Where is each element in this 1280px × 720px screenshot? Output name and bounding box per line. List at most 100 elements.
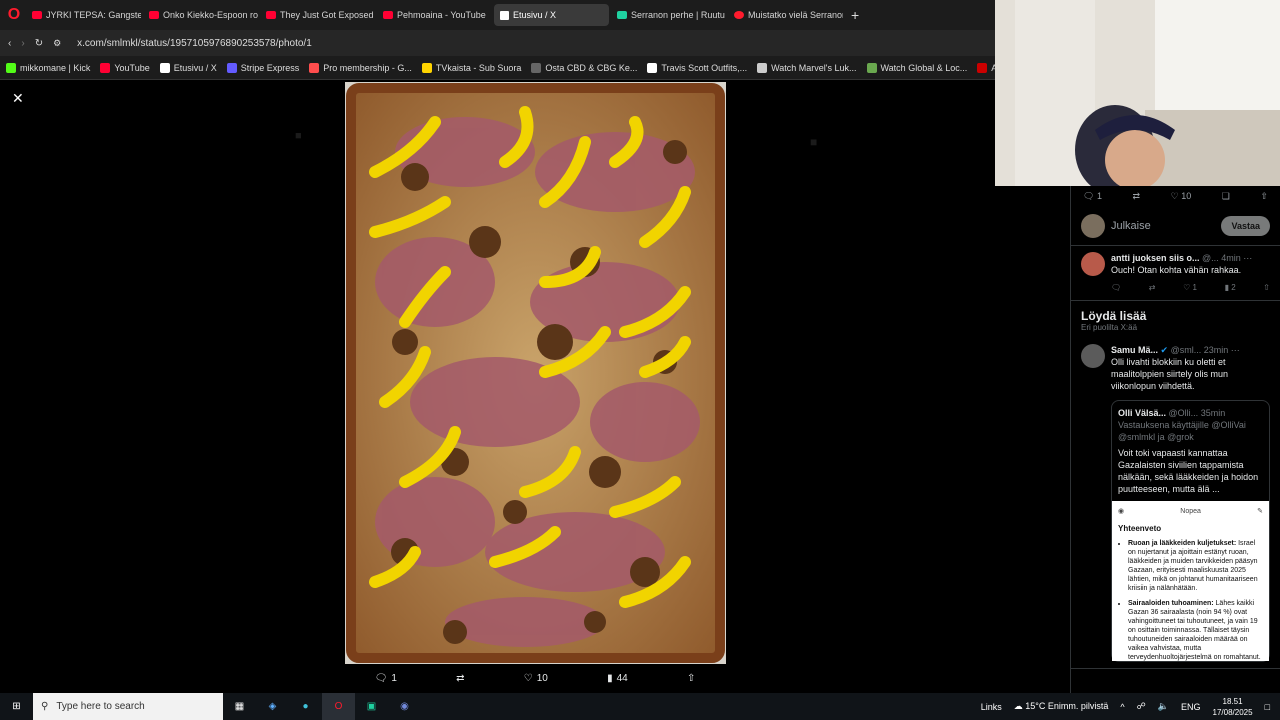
reload-icon[interactable]: ↻ — [35, 38, 43, 49]
opera-logo-icon[interactable]: O — [4, 5, 24, 25]
search-placeholder: Type here to search — [56, 701, 145, 712]
views-icon: ▮ — [607, 672, 613, 684]
reply-input[interactable]: Julkaise — [1111, 220, 1215, 232]
grok-summary-image: ◉ Nopea ✎ Yhteenveto Ruoan ja lääkkeiden k… — [1112, 501, 1269, 661]
browser-tab[interactable]: Etusivu / X — [494, 4, 609, 26]
clock-date: 17/08/2025 — [1212, 707, 1253, 717]
repost-icon: ⇄ — [456, 672, 465, 684]
views-action[interactable]: ▮ 2 — [1225, 282, 1236, 294]
opera-icon[interactable]: O — [322, 693, 355, 720]
bookmark-item[interactable]: Watch Marvel's Luk... — [757, 62, 857, 73]
bookmark-icon[interactable]: ❏ — [1222, 191, 1230, 202]
bookmark-item[interactable]: Travis Scott Outfits,... — [647, 62, 747, 73]
avatar — [1081, 252, 1105, 276]
heart-icon: ♡ — [523, 672, 533, 684]
bookmark-item[interactable]: TVkaista - Sub Suora — [421, 62, 522, 73]
bookmark-favicon-icon — [6, 62, 16, 73]
browser-tab[interactable]: Pehmoaina - YouTube — [377, 4, 492, 26]
browser-tab[interactable]: JYRKI TEPSA: Gangsteriel — [26, 4, 141, 26]
bookmark-label: mikkomane | Kick — [20, 62, 91, 73]
weather-widget[interactable]: ☁ 15°C Enimm. pilvistä — [1014, 701, 1109, 712]
tab-favicon-icon — [617, 11, 627, 19]
tweet-top-actions: 🗨 1 ⇄ ♡ 10 ❏ ⇧ — [1071, 186, 1280, 206]
bookmark-label: Pro membership - G... — [323, 62, 412, 73]
back-icon[interactable]: ‹ — [8, 38, 11, 49]
bookmark-item[interactable]: mikkomane | Kick — [6, 62, 91, 73]
reply-action-side[interactable]: 🗨 1 — [1083, 191, 1102, 202]
more-icon[interactable]: ⋯ — [1243, 253, 1252, 263]
repost-action[interactable]: ⇄ — [456, 673, 464, 684]
bookmark-item[interactable]: Stripe Express — [226, 62, 300, 73]
tray-chevron-icon[interactable]: ^ — [1120, 702, 1124, 712]
edge-icon[interactable]: ● — [289, 693, 322, 720]
bullet-text: Israel on nujertanut ja ajoittain estäny… — [1128, 540, 1258, 592]
url-field[interactable]: x.com/smlmkl/status/1957105976890253578/… — [71, 33, 995, 53]
bookmark-label: Watch Global & Loc... — [880, 62, 968, 73]
tab-favicon-icon — [383, 11, 393, 19]
reply-button[interactable]: Vastaa — [1221, 215, 1270, 236]
links-toolbar[interactable]: Links — [981, 702, 1002, 712]
close-photo-icon[interactable]: ✕ — [12, 90, 24, 107]
repost-icon-side[interactable]: ⇄ — [1133, 191, 1141, 202]
tab-label: Onko Kiekko-Espoon rom — [163, 10, 258, 20]
like-action[interactable]: ♡ 1 — [1183, 282, 1197, 294]
task-view-icon[interactable]: ▦ — [223, 693, 256, 720]
bookmark-label: TVkaista - Sub Suora — [435, 62, 522, 73]
mode-label: Nopea — [1180, 508, 1201, 515]
taskbar-search[interactable]: ⚲ Type here to search — [33, 693, 223, 720]
bookmark-item[interactable]: A$AP ROCKY x PU... — [977, 62, 995, 73]
discord-icon[interactable]: ◉ — [388, 693, 421, 720]
tab-label: Serranon perhe | Ruutu — [631, 10, 725, 20]
discover-tweet[interactable]: Samu Mä... ✔ @sml... 23min ⋯ Olli livaht… — [1071, 338, 1280, 669]
site-info-icon[interactable]: ⚙ — [53, 38, 61, 49]
reply-icon[interactable]: 🗨 — [1111, 282, 1121, 294]
clock-time: 18.51 — [1222, 696, 1243, 706]
browser-tab[interactable]: Onko Kiekko-Espoon rom — [143, 4, 258, 26]
bookmark-favicon-icon — [977, 62, 988, 73]
bookmark-item[interactable]: YouTube — [100, 62, 150, 73]
bookmark-label: YouTube — [114, 62, 150, 73]
quoted-tweet[interactable]: Olli Välsä... @Olli... 35min Vastauksena… — [1111, 400, 1270, 662]
reply-tweet[interactable]: antti juoksen siis o... @... 4min ⋯ Ouch… — [1071, 246, 1280, 301]
tab-favicon-icon — [32, 11, 42, 19]
quote-author-handle: @Olli... — [1168, 408, 1199, 418]
tab-strip: JYRKI TEPSA: Gangsteriel Onko Kiekko-Espo… — [26, 4, 843, 26]
volume-icon[interactable]: 🔈 — [1158, 701, 1169, 712]
app-green-icon[interactable]: ▣ — [355, 693, 388, 720]
discover-title: Löydä lisää — [1081, 309, 1147, 323]
bookmark-label: Stripe Express — [240, 62, 300, 73]
share-icon[interactable]: ⇧ — [1263, 282, 1270, 294]
like-count: 10 — [536, 672, 548, 684]
network-icon[interactable]: ☍ — [1137, 701, 1146, 712]
browser-tab[interactable]: Serranon perhe | Ruutu — [611, 4, 726, 26]
bookmark-favicon-icon — [647, 62, 658, 73]
author-name[interactable]: antti juoksen siis o... — [1111, 253, 1200, 263]
clock[interactable]: 18.51 17/08/2025 — [1213, 696, 1253, 718]
summary-bullet: Sairaaloiden tuhoaminen: Lähes kaikki Ga… — [1128, 599, 1263, 661]
author-handle: @... — [1202, 253, 1219, 263]
windows-start-icon[interactable]: ⊞ — [0, 693, 33, 720]
share-action[interactable]: ⇧ — [687, 673, 695, 684]
forward-icon[interactable]: › — [21, 38, 24, 49]
more-icon[interactable]: ⋯ — [1231, 345, 1240, 355]
bookmark-item[interactable]: Watch Global & Loc... — [866, 62, 968, 73]
like-action-side[interactable]: ♡ 10 — [1171, 191, 1192, 202]
browser-tab[interactable]: They Just Got Exposed In — [260, 4, 375, 26]
share-icon-side[interactable]: ⇧ — [1260, 191, 1268, 202]
reply-action[interactable]: 🗨 1 — [375, 673, 397, 684]
author-name[interactable]: Samu Mä... — [1111, 345, 1158, 355]
bookmark-item[interactable]: Osta CBD & CBG Ke... — [531, 62, 637, 73]
notifications-icon[interactable]: □ — [1265, 702, 1270, 712]
app-icon[interactable]: ◈ — [256, 693, 289, 720]
new-tab-icon[interactable]: + — [851, 7, 859, 23]
bookmark-item[interactable]: Etusivu / X — [159, 62, 217, 73]
tab-favicon-icon — [734, 11, 744, 19]
views-action[interactable]: ▮ 44 — [607, 673, 628, 684]
like-action[interactable]: ♡ 10 — [524, 673, 548, 684]
repost-icon[interactable]: ⇄ — [1149, 282, 1156, 294]
webcam-overlay — [995, 0, 1280, 186]
browser-tab[interactable]: Muistatko vielä Serranon — [728, 4, 843, 26]
language-indicator[interactable]: ENG — [1181, 702, 1201, 712]
bookmark-item[interactable]: Pro membership - G... — [309, 62, 412, 73]
ghost-nav: ■ — [295, 130, 302, 142]
